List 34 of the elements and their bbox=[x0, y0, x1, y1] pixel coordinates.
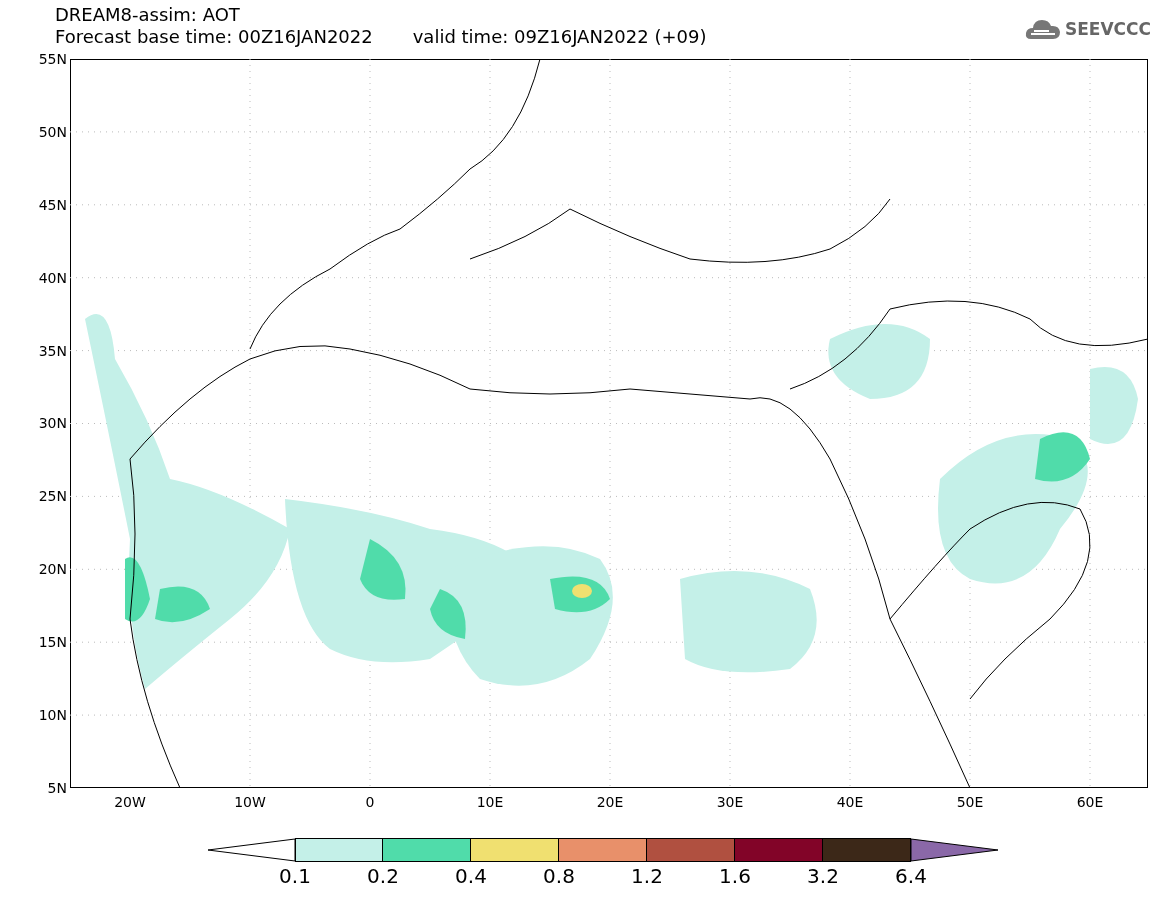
latitude-label: 35N bbox=[38, 342, 67, 359]
colorbar-label: 6.4 bbox=[895, 864, 927, 888]
longitude-label: 20W bbox=[114, 794, 146, 810]
valid-time: valid time: 09Z16JAN2022 (+09) bbox=[412, 26, 707, 48]
latitude-label: 55N bbox=[38, 51, 67, 67]
latitude-label: 40N bbox=[38, 269, 67, 286]
colorbar-label: 3.2 bbox=[807, 864, 839, 888]
aerosol-peak-drawing bbox=[572, 584, 592, 598]
longitude-label: 30E bbox=[716, 794, 744, 810]
longitude-label: 60E bbox=[1076, 794, 1104, 810]
logo-text: SEEVCCC bbox=[1064, 19, 1151, 39]
latitude-label: 25N bbox=[38, 488, 67, 505]
latitude-label: 50N bbox=[38, 123, 67, 140]
colorbar-label: 0.1 bbox=[279, 864, 311, 888]
longitude-label: 0 bbox=[365, 794, 375, 810]
map-title: DREAM8-assim: AOT bbox=[55, 4, 241, 26]
latitude-label: 30N bbox=[38, 415, 67, 432]
longitude-label: 50E bbox=[956, 794, 984, 810]
base-time: Forecast base time: 00Z16JAN2022 bbox=[55, 26, 373, 48]
latitude-label: 45N bbox=[38, 196, 67, 213]
colorbar-label: 0.4 bbox=[455, 864, 487, 888]
cloud-logo-icon bbox=[1024, 17, 1061, 41]
longitude-label: 40E bbox=[836, 794, 864, 810]
latitude-label: 20N bbox=[38, 561, 67, 578]
latitude-label: 10N bbox=[38, 707, 67, 723]
latitude-label: 5N bbox=[47, 779, 67, 796]
colorbar-label: 1.2 bbox=[631, 864, 663, 888]
colorbar-label: 0.2 bbox=[367, 864, 399, 888]
colorbar-label: 0.8 bbox=[543, 864, 575, 888]
longitude-label: 10E bbox=[476, 794, 504, 810]
longitude-label: 10W bbox=[234, 794, 266, 810]
longitude-label: 20E bbox=[596, 794, 624, 810]
colorbar-label: 1.6 bbox=[719, 864, 751, 888]
latitude-label: 15N bbox=[38, 634, 67, 651]
